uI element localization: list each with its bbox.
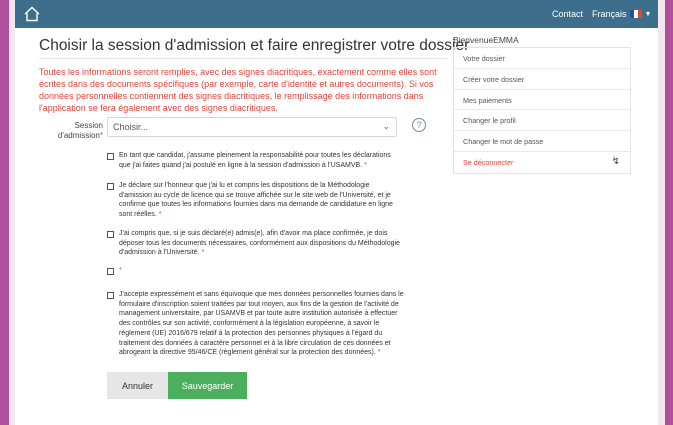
cancel-button[interactable]: Annuler [107, 372, 168, 399]
language-label: Français [592, 9, 627, 19]
checkbox-row-empty: * [107, 266, 404, 276]
checkbox-row-documents: J'ai compris que, si je suis déclaré(e) … [107, 229, 404, 258]
checkbox-label: Je déclare sur l'honneur que j'ai lu et … [119, 181, 404, 220]
checkbox-label: J'ai compris que, si je suis déclaré(e) … [119, 229, 404, 258]
checkbox-label: En tant que candidat, j'assume pleinemen… [119, 151, 404, 170]
sidebar-item-create-file[interactable]: Créer votre dossier [454, 69, 630, 90]
chevron-down-icon: ▼ [644, 10, 652, 18]
sidebar-menu: Votre dossier Créer votre dossier Mes pa… [453, 47, 631, 174]
sidebar-item-your-file[interactable]: Votre dossier [454, 48, 630, 69]
sidebar-item-logout[interactable]: Se déconnecter ↯ [454, 152, 630, 173]
checkbox[interactable] [107, 292, 114, 299]
sidebar-item-label: Se déconnecter [463, 157, 514, 167]
title-divider [39, 58, 447, 59]
nav-contact-link[interactable]: Contact [552, 9, 583, 19]
home-icon[interactable] [23, 5, 41, 23]
sidebar-item-label: Mes paiements [463, 95, 512, 105]
save-button[interactable]: Sauvegarder [168, 372, 247, 399]
page-container: Contact Français ▼ Choisir la session d'… [15, 0, 658, 425]
required-mark: * [119, 267, 122, 274]
checkbox[interactable] [107, 183, 114, 190]
session-select[interactable]: Choisir... ⌄ [107, 117, 397, 137]
session-label: Session d'admission* [39, 121, 103, 141]
checkbox[interactable] [107, 153, 114, 160]
checkbox-row-responsibility: En tant que candidat, j'assume pleinemen… [107, 151, 404, 170]
session-label-text: Session d'admission [57, 121, 103, 140]
info-notice: Toutes les informations seront remplies,… [39, 67, 437, 113]
checkbox[interactable] [107, 231, 114, 238]
checkbox-row-methodology: Je déclare sur l'honneur que j'ai lu et … [107, 181, 404, 220]
sidebar-item-label: Votre dossier [463, 54, 505, 63]
chevron-down-icon: ⌄ [382, 121, 390, 131]
welcome-text: BienvenueEMMA [453, 35, 519, 45]
required-mark: * [158, 211, 162, 219]
sidebar-item-change-password[interactable]: Changer le mot de passe [454, 131, 630, 152]
logout-icon: ↯ [611, 155, 620, 167]
checkbox-row-gdpr: J'accepte expressément et sans équivoque… [107, 290, 404, 358]
language-selector[interactable]: Français ▼ [592, 9, 651, 19]
sidebar-item-label: Créer votre dossier [463, 74, 525, 84]
sidebar-item-payments[interactable]: Mes paiements [454, 90, 630, 111]
sidebar-item-label: Changer le mot de passe [463, 137, 544, 147]
page-frame-right [665, 0, 673, 425]
required-mark: * [201, 249, 205, 257]
checkbox-text: J'ai compris que, si je suis déclaré(e) … [119, 230, 400, 257]
checkbox-label: J'accepte expressément et sans équivoque… [119, 290, 404, 358]
checkbox-text: En tant que candidat, j'assume pleinemen… [119, 152, 391, 169]
session-select-value: Choisir... [113, 122, 149, 132]
checkbox-label: * [119, 266, 404, 276]
help-icon[interactable]: ? [412, 118, 426, 132]
page-frame-left [0, 0, 9, 425]
sidebar-item-label: Changer le profil [463, 116, 516, 126]
required-mark: * [364, 161, 367, 169]
page-title: Choisir la session d'admission et faire … [39, 37, 470, 54]
required-mark: * [377, 349, 381, 357]
flag-fr-icon [629, 10, 642, 18]
checkbox[interactable] [107, 268, 114, 275]
required-mark: * [99, 131, 103, 140]
sidebar-item-change-profile[interactable]: Changer le profil [454, 110, 630, 132]
checkbox-text: J'accepte expressément et sans équivoque… [119, 291, 404, 357]
topbar: Contact Français ▼ [15, 0, 658, 28]
